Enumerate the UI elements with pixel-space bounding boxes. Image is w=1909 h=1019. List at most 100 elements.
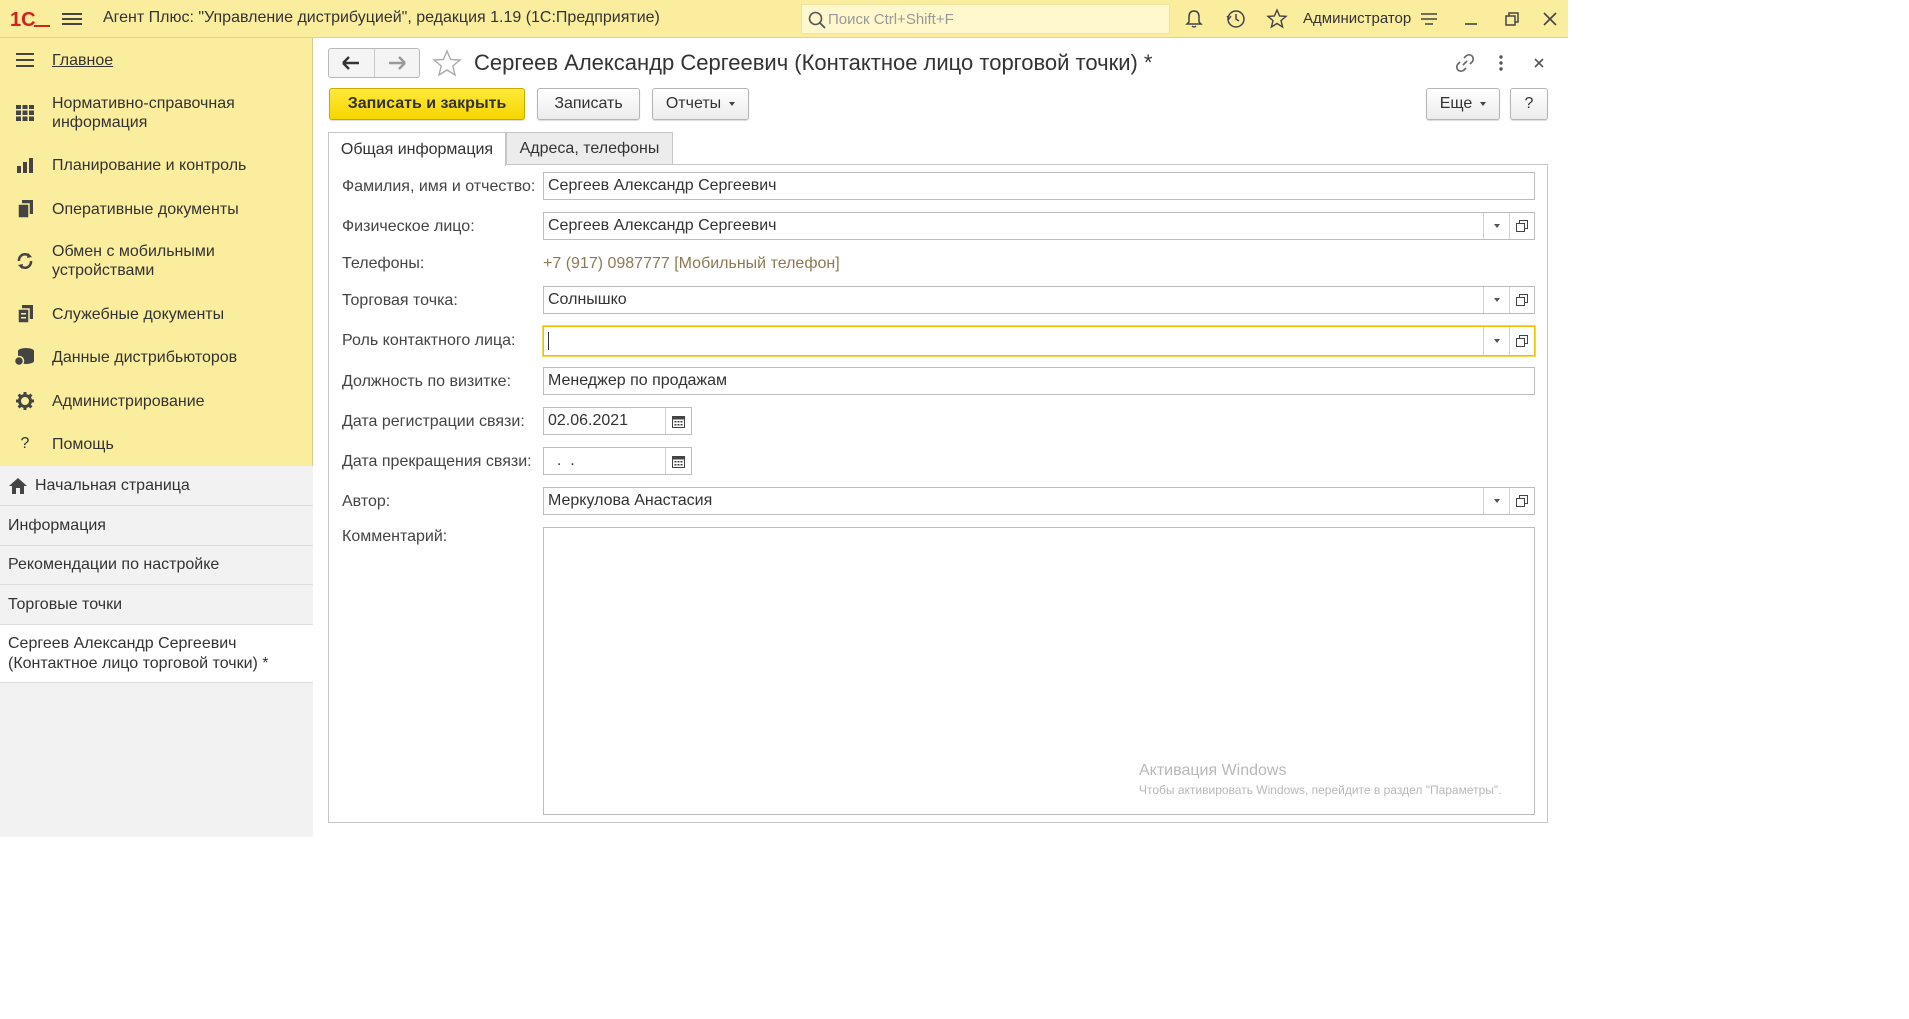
person-value: Сергеев Александр Сергеевич <box>548 217 777 234</box>
sidebar-item-reference[interactable]: Нормативно-справочная информация <box>0 93 313 133</box>
open-window-home[interactable]: Начальная страница <box>0 466 313 506</box>
main-menu-icon[interactable] <box>62 10 82 28</box>
sidebar-item-label: Обмен с мобильными устройствами <box>52 243 215 279</box>
calendar-icon <box>672 455 685 468</box>
open-window-contact[interactable]: Сергеев Александр Сергеевич (Контактное … <box>0 625 313 683</box>
role-dropdown-button[interactable] <box>1483 327 1509 355</box>
save-and-close-label: Записать и закрыть <box>347 95 507 112</box>
arrow-right-icon <box>388 56 406 70</box>
open-window-recommendations[interactable]: Рекомендации по настройке <box>0 546 313 585</box>
author-value: Меркулова Анастасия <box>548 492 713 509</box>
search-input[interactable]: Поиск Ctrl+Shift+F <box>801 4 1170 34</box>
chevron-down-icon <box>1493 298 1500 302</box>
close-window-icon[interactable] <box>1539 8 1561 30</box>
search-icon <box>808 11 826 29</box>
author-field[interactable]: Меркулова Анастасия <box>543 487 1535 515</box>
chevron-down-icon <box>1493 499 1500 503</box>
menu-lines-icon <box>14 49 36 71</box>
sidebar-item-planning[interactable]: Планирование и контроль <box>0 153 313 177</box>
outlet-field[interactable]: Солнышко <box>543 286 1535 314</box>
reg-date-calendar-button[interactable] <box>665 408 691 434</box>
outlet-value: Солнышко <box>548 291 627 308</box>
search-placeholder: Поиск Ctrl+Shift+F <box>828 10 954 28</box>
sidebar-item-admin[interactable]: Администрирование <box>0 389 313 413</box>
sidebar-item-mobile-exchange[interactable]: Обмен с мобильными устройствами <box>0 241 313 281</box>
fio-label: Фамилия, имя и отчество: <box>342 178 536 195</box>
open-window-info[interactable]: Информация <box>0 506 313 546</box>
text-cursor <box>548 332 549 350</box>
outlet-label: Торговая точка: <box>342 292 458 309</box>
save-and-close-button[interactable]: Записать и закрыть <box>329 88 525 120</box>
sidebar-item-service-docs[interactable]: Служебные документы <box>0 302 313 326</box>
sidebar: Главное Нормативно-справочная информация… <box>0 38 313 837</box>
end-date-label: Дата прекращения связи: <box>342 453 532 470</box>
sidebar-item-label: Данные дистрибьюторов <box>52 348 238 366</box>
windows-activation-text: Чтобы активировать Windows, перейдите в … <box>1139 783 1502 797</box>
form-window: Сергеев Александр Сергеевич (Контактное … <box>314 38 1568 837</box>
more-vertical-icon[interactable] <box>1490 52 1512 74</box>
open-window-icon <box>1516 294 1528 306</box>
close-icon[interactable] <box>1528 52 1550 74</box>
role-open-button[interactable] <box>1509 327 1534 355</box>
reports-button[interactable]: Отчеты <box>652 88 749 120</box>
sidebar-item-label: Главное <box>52 51 114 69</box>
documents-icon <box>14 198 36 220</box>
service-docs-icon <box>14 303 36 325</box>
settings-lines-icon[interactable] <box>1418 8 1440 30</box>
fio-value: Сергеев Александр Сергеевич <box>548 177 777 194</box>
fio-field[interactable]: Сергеев Александр Сергеевич <box>543 172 1535 200</box>
open-window-label: Начальная страница <box>35 476 190 494</box>
person-dropdown-button[interactable] <box>1483 213 1509 239</box>
save-button[interactable]: Записать <box>537 88 640 120</box>
page-title: Сергеев Александр Сергеевич (Контактное … <box>474 50 1153 75</box>
reg-date-value: 02.06.2021 <box>548 412 629 429</box>
open-window-icon <box>1516 335 1528 347</box>
sidebar-item-main[interactable]: Главное <box>0 48 313 72</box>
title-bar: 1С Агент Плюс: "Управление дистрибуцией"… <box>0 0 1568 38</box>
person-open-button[interactable] <box>1509 213 1534 239</box>
more-button[interactable]: Еще <box>1426 88 1500 120</box>
link-icon[interactable] <box>1454 52 1476 74</box>
position-field[interactable]: Менеджер по продажам <box>543 367 1535 395</box>
back-button[interactable] <box>329 49 374 77</box>
tab-addresses[interactable]: Адреса, телефоны <box>506 132 673 165</box>
open-window-outlets[interactable]: Торговые точки <box>0 585 313 625</box>
comment-textarea[interactable] <box>543 527 1535 815</box>
end-date-calendar-button[interactable] <box>665 448 691 474</box>
help-button[interactable]: ? <box>1510 88 1548 120</box>
role-field[interactable] <box>543 326 1535 356</box>
user-name[interactable]: Администратор <box>1303 10 1411 27</box>
chevron-down-icon <box>1493 224 1500 228</box>
open-window-icon <box>1516 495 1528 507</box>
history-nav <box>328 48 420 78</box>
open-window-label: Рекомендации по настройке <box>8 556 220 573</box>
history-icon[interactable] <box>1225 8 1247 30</box>
comment-label: Комментарий: <box>342 528 448 545</box>
sidebar-item-help[interactable]: ? Помощь <box>0 432 313 456</box>
end-date-field[interactable]: . . <box>543 447 692 475</box>
help-label: ? <box>1524 95 1534 112</box>
reg-date-label: Дата регистрации связи: <box>342 413 525 430</box>
forward-button[interactable] <box>373 49 420 77</box>
open-window-label: Торговые точки <box>8 595 123 613</box>
outlet-dropdown-button[interactable] <box>1483 287 1509 313</box>
phones-link[interactable]: +7 (917) 0987777 [Мобильный телефон] <box>543 255 840 273</box>
position-value: Менеджер по продажам <box>548 372 728 389</box>
end-date-value: . . <box>548 452 575 469</box>
open-window-label: Информация <box>8 516 106 534</box>
sidebar-item-distributors[interactable]: Данные дистрибьюторов <box>0 345 313 369</box>
person-label: Физическое лицо: <box>342 218 475 235</box>
person-field[interactable]: Сергеев Александр Сергеевич <box>543 212 1535 240</box>
author-open-button[interactable] <box>1509 488 1534 514</box>
tab-general[interactable]: Общая информация <box>328 132 506 166</box>
restore-icon[interactable] <box>1501 8 1523 30</box>
favorites-star-icon[interactable] <box>1266 8 1288 30</box>
outlet-open-button[interactable] <box>1509 287 1534 313</box>
reg-date-field[interactable]: 02.06.2021 <box>543 407 692 435</box>
sidebar-item-operational-docs[interactable]: Оперативные документы <box>0 197 313 221</box>
minimize-icon[interactable] <box>1460 8 1482 30</box>
gear-icon <box>14 390 36 412</box>
author-dropdown-button[interactable] <box>1483 488 1509 514</box>
favorite-star-icon[interactable] <box>432 49 462 77</box>
bell-icon[interactable] <box>1183 8 1205 30</box>
